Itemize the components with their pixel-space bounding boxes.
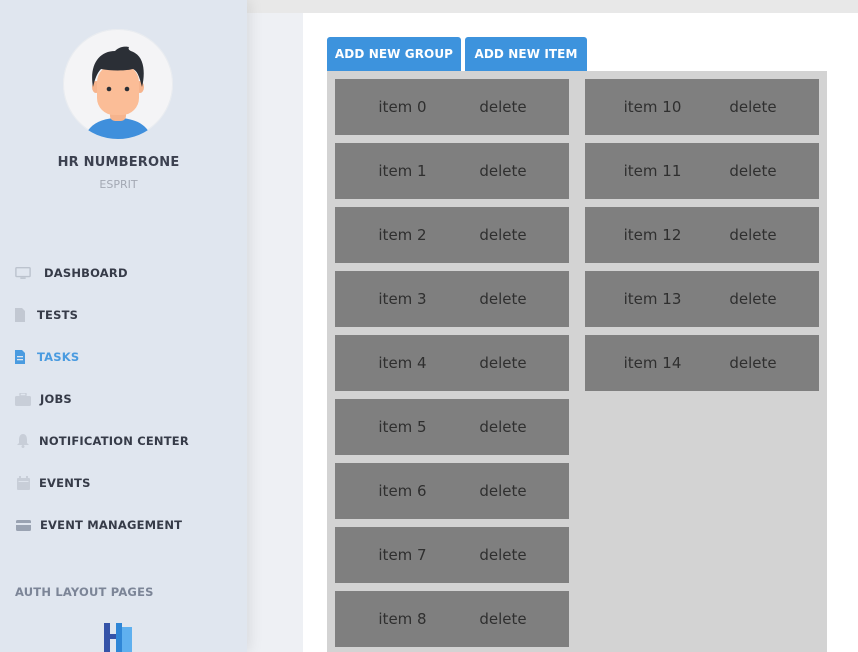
sidebar-item-label: EVENT MANAGEMENT <box>40 518 183 532</box>
content-gutter <box>247 13 303 652</box>
item-label: item 13 <box>623 290 682 308</box>
card-icon <box>15 518 31 532</box>
section-title: AUTH LAYOUT PAGES <box>15 585 154 599</box>
sidebar-item-label: JOBS <box>40 392 72 406</box>
document-icon <box>12 308 28 322</box>
sidebar-item-events[interactable]: EVENTS <box>0 464 247 502</box>
delete-button[interactable]: delete <box>703 143 803 199</box>
delete-button[interactable]: delete <box>703 207 803 263</box>
sidebar-item-tests[interactable]: TESTS <box>0 296 247 334</box>
drag-board: item 0 delete item 1 delete item 2 delet… <box>327 71 827 652</box>
item-label: item 12 <box>623 226 682 244</box>
sidebar-item-tasks[interactable]: TASKS <box>0 338 247 376</box>
sidebar-item-label: TASKS <box>37 350 80 364</box>
list-item[interactable]: item 3 delete <box>335 271 569 327</box>
list-item[interactable]: item 13 delete <box>585 271 819 327</box>
user-name: HR NUMBERONE <box>57 155 180 170</box>
list-item[interactable]: item 0 delete <box>335 79 569 135</box>
item-label: item 2 <box>378 226 427 244</box>
item-label: item 0 <box>378 98 427 116</box>
top-bar <box>247 0 858 13</box>
delete-button[interactable]: delete <box>703 335 803 391</box>
item-label: item 14 <box>623 354 682 372</box>
avatar-illustration <box>85 46 151 139</box>
list-item[interactable]: item 7 delete <box>335 527 569 583</box>
delete-button[interactable]: delete <box>453 143 553 199</box>
list-item[interactable]: item 6 delete <box>335 463 569 519</box>
item-label: item 6 <box>378 482 427 500</box>
app-root: HR NUMBERONE ESPRIT DASHBOARD TESTS TASK… <box>0 0 858 652</box>
delete-button[interactable]: delete <box>453 527 553 583</box>
sidebar-item-label: NOTIFICATION CENTER <box>39 434 189 448</box>
item-label: item 8 <box>378 610 427 628</box>
sidebar-item-notification-center[interactable]: NOTIFICATION CENTER <box>0 422 247 460</box>
brand-logo-icon[interactable] <box>103 621 135 652</box>
delete-button[interactable]: delete <box>703 79 803 135</box>
monitor-icon <box>15 266 31 280</box>
list-item[interactable]: item 5 delete <box>335 399 569 455</box>
sidebar: HR NUMBERONE ESPRIT DASHBOARD TESTS TASK… <box>0 0 247 652</box>
document-icon <box>12 350 28 364</box>
delete-button[interactable]: delete <box>453 271 553 327</box>
delete-button[interactable]: delete <box>453 399 553 455</box>
item-label: item 1 <box>378 162 427 180</box>
sidebar-item-label: TESTS <box>37 308 79 322</box>
delete-button[interactable]: delete <box>453 463 553 519</box>
calendar-icon <box>15 476 31 490</box>
item-label: item 4 <box>378 354 427 372</box>
user-organization: ESPRIT <box>99 178 138 191</box>
briefcase-icon <box>15 392 31 406</box>
add-new-group-button[interactable]: ADD NEW GROUP <box>327 37 461 71</box>
sidebar-item-label: EVENTS <box>39 476 91 490</box>
delete-button[interactable]: delete <box>453 335 553 391</box>
list-item[interactable]: item 4 delete <box>335 335 569 391</box>
sidebar-item-label: DASHBOARD <box>44 266 128 280</box>
delete-button[interactable]: delete <box>453 207 553 263</box>
sidebar-item-jobs[interactable]: JOBS <box>0 380 247 418</box>
item-label: item 5 <box>378 418 427 436</box>
list-item[interactable]: item 8 delete <box>335 591 569 647</box>
sidebar-item-dashboard[interactable]: DASHBOARD <box>0 254 247 292</box>
delete-button[interactable]: delete <box>703 271 803 327</box>
list-item[interactable]: item 11 delete <box>585 143 819 199</box>
list-item[interactable]: item 12 delete <box>585 207 819 263</box>
list-item[interactable]: item 1 delete <box>335 143 569 199</box>
delete-button[interactable]: delete <box>453 79 553 135</box>
add-new-item-button[interactable]: ADD NEW ITEM <box>465 37 587 71</box>
list-item[interactable]: item 2 delete <box>335 207 569 263</box>
item-label: item 7 <box>378 546 427 564</box>
bell-icon <box>15 434 31 448</box>
item-label: item 10 <box>623 98 682 116</box>
list-item[interactable]: item 14 delete <box>585 335 819 391</box>
item-label: item 11 <box>623 162 682 180</box>
sidebar-item-event-management[interactable]: EVENT MANAGEMENT <box>0 506 247 544</box>
avatar[interactable] <box>63 29 173 139</box>
delete-button[interactable]: delete <box>453 591 553 647</box>
item-label: item 3 <box>378 290 427 308</box>
list-item[interactable]: item 10 delete <box>585 79 819 135</box>
